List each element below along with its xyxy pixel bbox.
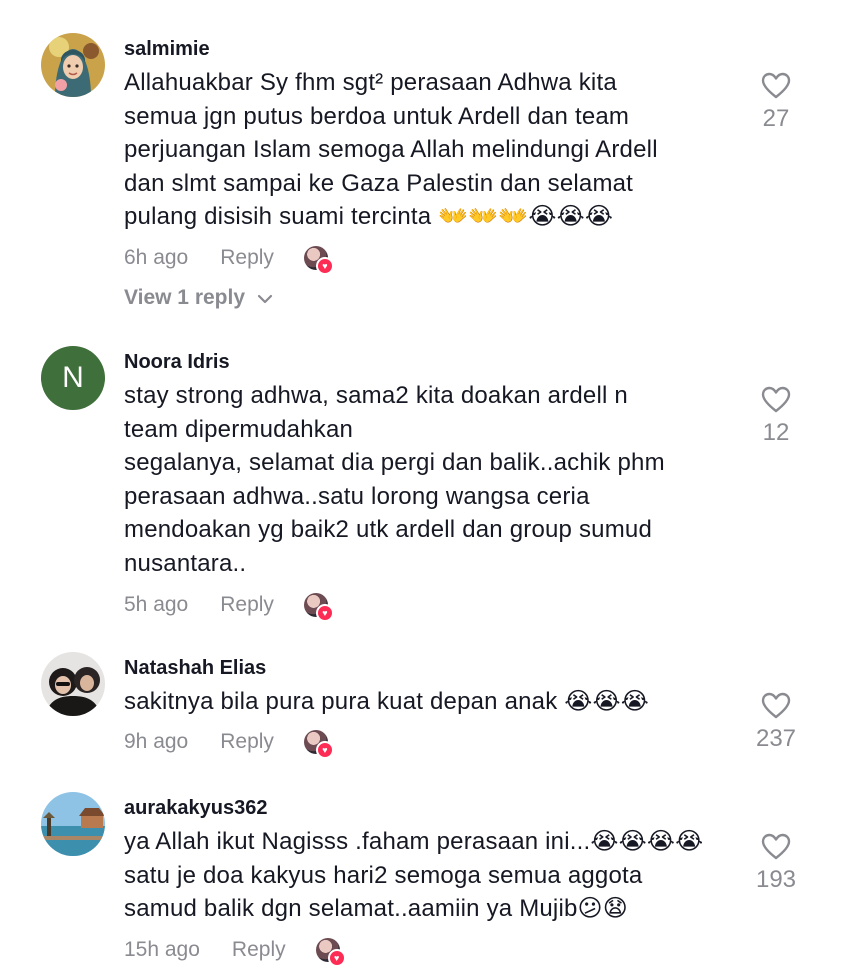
comment-time: 6h ago: [124, 246, 189, 269]
comment-text: Allahuakbar Sy fhm sgt² perasaan Adhwa k…: [124, 69, 658, 230]
like-button[interactable]: 193: [740, 833, 812, 894]
heart-outline-icon: [740, 386, 812, 413]
heart-badge-icon: ♥: [315, 257, 334, 275]
view-replies-button[interactable]: View 1 reply: [124, 286, 273, 310]
comment-text: sakitnya bila pura pura kuat depan anak …: [124, 688, 650, 715]
heart-badge-icon: ♥: [327, 949, 346, 967]
creator-avatar: ♥: [303, 593, 334, 622]
like-count: 12: [762, 419, 790, 446]
username[interactable]: salmimie: [124, 38, 210, 61]
reply-button[interactable]: Reply: [220, 730, 274, 754]
avatar[interactable]: [41, 33, 105, 97]
like-count: 27: [762, 105, 790, 132]
username[interactable]: Noora Idris: [124, 351, 230, 374]
like-count: 193: [755, 866, 797, 893]
comment-text: stay strong adhwa, sama2 kita doakan ard…: [124, 382, 665, 577]
comment-time: 5h ago: [124, 593, 189, 616]
heart-badge-icon: ♥: [315, 741, 334, 759]
reply-button[interactable]: Reply: [220, 593, 274, 617]
reply-button[interactable]: Reply: [220, 246, 274, 270]
avatar[interactable]: N: [41, 346, 105, 410]
avatar[interactable]: [41, 652, 105, 716]
like-count: 237: [755, 725, 797, 752]
creator-avatar: ♥: [315, 938, 346, 967]
chevron-down-icon: [257, 286, 273, 310]
like-button[interactable]: 12: [740, 386, 812, 447]
comment-time: 15h ago: [124, 938, 200, 961]
avatar-letter: N: [62, 361, 84, 394]
comment-meta: 5h ago Reply ♥: [124, 590, 334, 622]
heart-outline-icon: [740, 72, 812, 99]
username[interactable]: Natashah Elias: [124, 657, 266, 680]
comment-time: 9h ago: [124, 730, 189, 753]
like-button[interactable]: 27: [740, 72, 812, 133]
comment-meta: 6h ago Reply ♥: [124, 243, 334, 275]
comment-meta: 9h ago Reply ♥: [124, 727, 334, 759]
reply-button[interactable]: Reply: [232, 938, 286, 962]
comments-list: salmimie Allahuakbar Sy fhm sgt² perasaa…: [0, 0, 842, 980]
creator-avatar: ♥: [303, 730, 334, 759]
creator-avatar: ♥: [303, 246, 334, 275]
username[interactable]: aurakakyus362: [124, 797, 267, 820]
heart-outline-icon: [740, 692, 812, 719]
avatar[interactable]: [41, 792, 105, 856]
like-button[interactable]: 237: [740, 692, 812, 753]
comment-text: ya Allah ikut Nagisss .faham perasaan in…: [124, 828, 704, 922]
comment-meta: 15h ago Reply ♥: [124, 935, 346, 967]
heart-badge-icon: ♥: [315, 604, 334, 622]
heart-outline-icon: [740, 833, 812, 860]
view-replies-label: View 1 reply: [124, 286, 246, 309]
